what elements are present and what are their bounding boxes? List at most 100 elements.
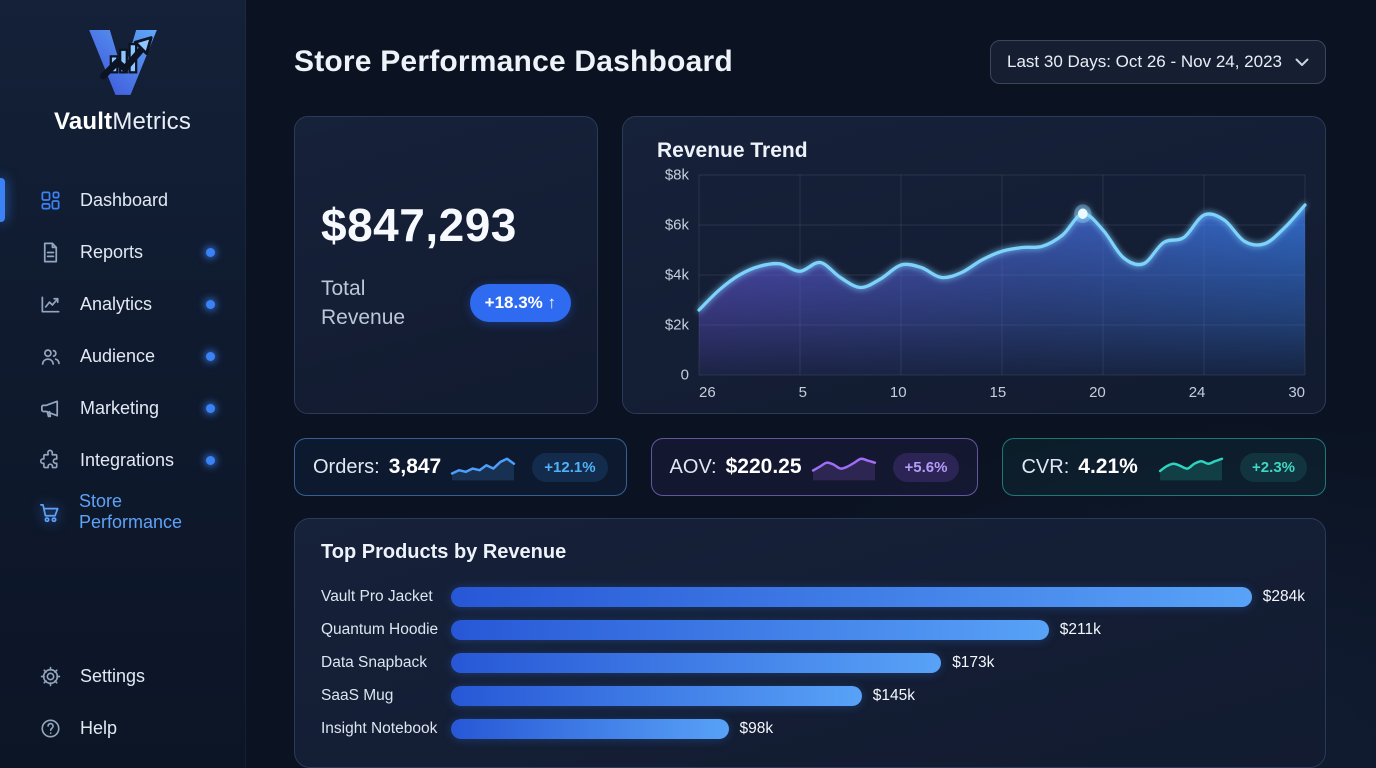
revenue-trend-svg	[699, 175, 1305, 375]
product-name: Vault Pro Jacket	[315, 588, 451, 606]
sidebar-item-dashboard[interactable]: Dashboard	[0, 174, 245, 226]
sidebar-item-store-performance[interactable]: Store Performance	[0, 486, 245, 538]
x-tick-label: 15	[989, 384, 1006, 401]
x-tick-label: 20	[1089, 384, 1106, 401]
product-row: Quantum Hoodie $211k	[315, 613, 1305, 646]
sidebar-item-label: Settings	[80, 666, 145, 687]
total-revenue-footer: Total Revenue +18.3% ↑	[321, 274, 571, 333]
summary-row: $847,293 Total Revenue +18.3% ↑ Revenue …	[294, 116, 1326, 414]
page-header: Store Performance Dashboard Last 30 Days…	[294, 40, 1326, 84]
x-tick-label: 24	[1189, 384, 1206, 401]
sidebar-item-integrations[interactable]: Integrations	[0, 434, 245, 486]
product-row: Data Snapback $173k	[315, 646, 1305, 679]
active-indicator-bar	[0, 178, 5, 222]
sidebar-item-label: Reports	[80, 242, 143, 263]
product-bar-track: $173k	[451, 653, 1305, 673]
sidebar-item-marketing[interactable]: Marketing	[0, 382, 245, 434]
date-range-label: Last 30 Days: Oct 26 - Nov 24, 2023	[1007, 52, 1282, 72]
product-bar	[451, 686, 862, 706]
top-products-card: Top Products by Revenue Vault Pro Jacket…	[294, 518, 1326, 768]
chart-line-icon	[38, 292, 62, 316]
product-bar	[451, 719, 729, 739]
sidebar-item-reports[interactable]: Reports	[0, 226, 245, 278]
product-row: Insight Notebook $98k	[315, 712, 1305, 745]
product-bar-track: $211k	[451, 620, 1305, 640]
y-tick-label: $8k	[665, 167, 689, 184]
page-title: Store Performance Dashboard	[294, 45, 733, 79]
highlight-data-point	[1078, 209, 1088, 219]
sidebar-item-label: Audience	[80, 346, 155, 367]
product-bar-track: $284k	[451, 587, 1305, 607]
brand-name-light: Metrics	[112, 108, 191, 135]
shopping-cart-icon	[38, 500, 61, 524]
sidebar-item-label: Integrations	[80, 450, 174, 471]
notification-dot	[206, 352, 215, 361]
product-name: Quantum Hoodie	[315, 621, 451, 639]
product-value: $284k	[1263, 588, 1305, 606]
kpi-value: 4.21%	[1078, 455, 1138, 479]
product-value: $98k	[740, 720, 774, 738]
total-revenue-value: $847,293	[321, 198, 571, 252]
orders-kpi-card: Orders: 3,847 +12.1%	[294, 438, 627, 496]
y-tick-label: 0	[681, 367, 689, 384]
plot-area	[699, 175, 1305, 375]
top-products-title: Top Products by Revenue	[321, 541, 1305, 564]
sidebar-footer: Settings Help	[0, 650, 245, 754]
product-name: Data Snapback	[315, 654, 451, 672]
x-tick-label: 30	[1288, 384, 1305, 401]
cvr-kpi-card: CVR: 4.21% +2.3%	[1002, 438, 1326, 496]
notification-dot	[206, 300, 215, 309]
puzzle-icon	[38, 448, 62, 472]
product-name: SaaS Mug	[315, 687, 451, 705]
x-tick-label: 10	[890, 384, 907, 401]
kpi-change-badge: +12.1%	[532, 453, 607, 482]
megaphone-icon	[38, 396, 62, 420]
product-name: Insight Notebook	[315, 720, 451, 738]
notification-dot	[206, 404, 215, 413]
document-icon	[38, 240, 62, 264]
dashboard-grid-icon	[38, 188, 62, 212]
kpi-change-badge: +5.6%	[893, 453, 960, 482]
product-bar	[451, 620, 1049, 640]
product-row: Vault Pro Jacket $284k	[315, 580, 1305, 613]
kpi-value: 3,847	[389, 455, 442, 479]
product-value: $145k	[873, 687, 915, 705]
sidebar-item-analytics[interactable]: Analytics	[0, 278, 245, 330]
x-axis: 26 5 10 15 20 24 30	[699, 375, 1305, 401]
aov-sparkline	[811, 453, 877, 481]
total-revenue-label: Total Revenue	[321, 274, 433, 333]
product-row: SaaS Mug $145k	[315, 679, 1305, 712]
kpi-label: CVR:	[1021, 456, 1069, 479]
sidebar-item-settings[interactable]: Settings	[0, 650, 245, 702]
gear-icon	[38, 664, 62, 688]
x-tick-label: 5	[799, 384, 807, 401]
date-range-selector[interactable]: Last 30 Days: Oct 26 - Nov 24, 2023	[990, 40, 1326, 84]
revenue-change-badge: +18.3% ↑	[470, 284, 571, 322]
product-value: $173k	[952, 654, 994, 672]
y-tick-label: $6k	[665, 217, 689, 234]
sidebar-item-help[interactable]: Help	[0, 702, 245, 754]
notification-dot	[206, 248, 215, 257]
product-bar	[451, 587, 1252, 607]
product-bar	[451, 653, 941, 673]
revenue-trend-title: Revenue Trend	[657, 139, 1305, 163]
cvr-sparkline	[1158, 453, 1224, 481]
kpi-change-badge: +2.3%	[1240, 453, 1307, 482]
product-bar-track: $98k	[451, 719, 1305, 739]
brand-name: VaultMetrics	[54, 108, 191, 136]
kpi-row: Orders: 3,847 +12.1% AOV: $220.25 +5.6% …	[294, 438, 1326, 496]
kpi-label: AOV:	[670, 456, 717, 479]
sidebar-item-label: Marketing	[80, 398, 159, 419]
sidebar-item-label: Dashboard	[80, 190, 168, 211]
y-tick-label: $4k	[665, 267, 689, 284]
brand-logo: VaultMetrics	[0, 24, 245, 136]
y-axis: $8k $6k $4k $2k 0	[643, 175, 689, 375]
product-value: $211k	[1060, 621, 1101, 639]
y-tick-label: $2k	[665, 317, 689, 334]
sidebar-nav: Dashboard Reports Analytics	[0, 174, 245, 538]
users-icon	[38, 344, 62, 368]
brand-name-bold: Vault	[54, 108, 112, 135]
sidebar-item-audience[interactable]: Audience	[0, 330, 245, 382]
vaultmetrics-logo-icon	[76, 24, 170, 100]
orders-sparkline	[450, 453, 516, 481]
